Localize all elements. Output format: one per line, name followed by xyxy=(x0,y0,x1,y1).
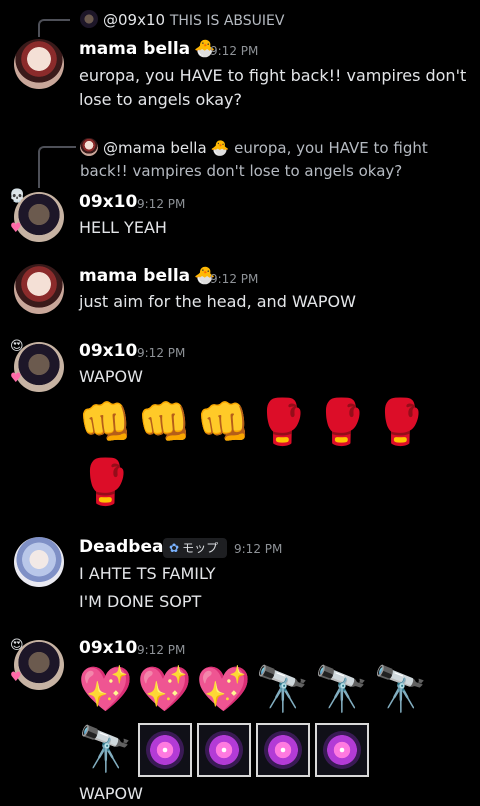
reply-author[interactable]: @09x10 xyxy=(103,11,165,29)
message-text: just aim for the head, and WAPOW xyxy=(79,292,356,311)
reply-connector xyxy=(38,19,70,37)
chick-badge-icon: 🐣 xyxy=(210,139,230,157)
message-text: HELL YEAH xyxy=(79,218,167,237)
telescope-icon: 🔭 xyxy=(314,664,369,715)
telescope-icon: 🔭 xyxy=(373,664,428,715)
heart-eyes-icon: 😍 xyxy=(10,339,24,354)
avatar-deadbeat[interactable] xyxy=(14,537,64,587)
fist-icon: 👊 xyxy=(137,397,192,448)
author-name[interactable]: Deadbeat xyxy=(79,537,172,557)
heart-eyes-icon: 😍 xyxy=(10,638,24,653)
telescope-icon: 🔭 xyxy=(255,664,310,715)
timestamp: 9:12 PM xyxy=(210,272,259,286)
heart-icon: ♥ xyxy=(10,371,22,386)
fireworks-icon xyxy=(315,723,369,777)
boxing-glove-icon: 🥊 xyxy=(373,397,428,448)
boxing-glove-icon: 🥊 xyxy=(78,457,133,508)
reply-connector xyxy=(38,146,76,188)
timestamp: 9:12 PM xyxy=(234,542,283,556)
flower-icon: ✿ xyxy=(169,541,180,555)
boxing-glove-icon: 🥊 xyxy=(255,397,310,448)
sparkling-heart-icon: 💖 xyxy=(137,664,192,715)
fireworks-icon xyxy=(256,723,310,777)
boxing-glove-icon: 🥊 xyxy=(314,397,369,448)
author-name[interactable]: 09x10 xyxy=(79,638,137,658)
reply-avatar xyxy=(80,10,98,28)
avatar-mama-bella[interactable] xyxy=(14,39,64,89)
author-name[interactable]: mama bella 🐣 xyxy=(79,266,215,286)
role-label: モップ xyxy=(182,541,219,555)
sparkling-heart-icon: 💖 xyxy=(78,664,133,715)
message-text: WAPOW xyxy=(79,784,143,803)
reply-author[interactable]: @mama bella xyxy=(103,139,207,157)
role-tag[interactable]: ✿ モップ xyxy=(163,538,228,558)
telescope-icon: 🔭 xyxy=(78,724,133,775)
heart-icon: ♥ xyxy=(10,670,22,685)
author-name[interactable]: 09x10 xyxy=(79,192,137,212)
skull-icon: 💀 xyxy=(9,189,26,204)
reply-avatar xyxy=(80,138,98,156)
timestamp: 9:12 PM xyxy=(210,44,259,58)
reply-text: THIS IS ABSUIEV xyxy=(169,13,285,29)
message-text: I AHTE TS FAMILY I'M DONE SOPT xyxy=(79,564,216,611)
avatar-mama-bella[interactable] xyxy=(14,264,64,314)
message-text: europa, you HAVE to fight back!! vampire… xyxy=(79,66,467,109)
timestamp: 9:12 PM xyxy=(137,643,186,657)
timestamp: 9:12 PM xyxy=(137,346,186,360)
reply-text-cont: back!! vampires don't lose to angels oka… xyxy=(80,162,403,180)
message-text: WAPOW xyxy=(79,367,143,386)
reply-text: europa, you HAVE to fight xyxy=(234,139,428,157)
timestamp: 9:12 PM xyxy=(137,197,186,211)
fireworks-icon xyxy=(138,723,192,777)
reply-preview[interactable]: @09x10 THIS IS ABSUIEV xyxy=(80,9,284,32)
fist-icon: 👊 xyxy=(78,397,133,448)
author-name[interactable]: mama bella 🐣 xyxy=(79,39,215,59)
fireworks-icon xyxy=(197,723,251,777)
reply-preview[interactable]: @mama bella 🐣 europa, you HAVE to fight xyxy=(80,137,470,159)
fist-icon: 👊 xyxy=(196,397,251,448)
heart-icon: ♥ xyxy=(10,221,22,236)
author-name[interactable]: 09x10 xyxy=(79,341,137,361)
sparkling-heart-icon: 💖 xyxy=(196,664,251,715)
